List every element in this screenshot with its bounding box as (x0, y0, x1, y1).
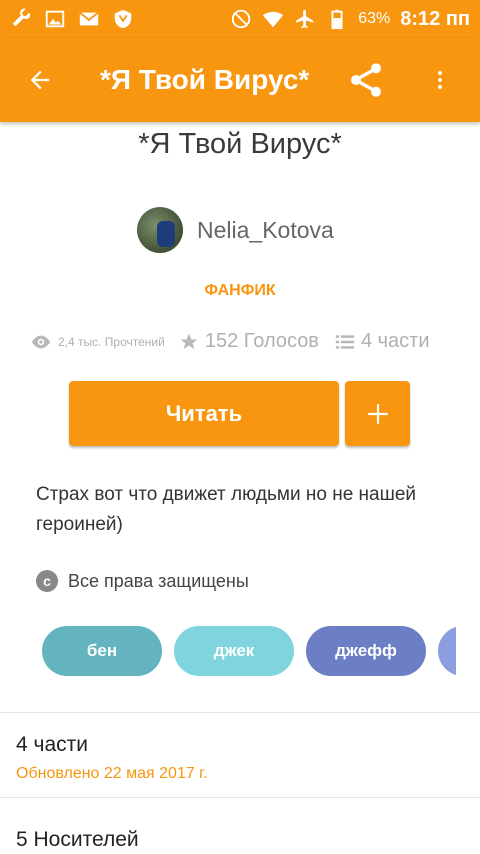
reads-count: 2,4 тыс. Прочтений (58, 334, 165, 349)
image-icon (44, 8, 66, 30)
app-bar: *Я Твой Вирус* (0, 38, 480, 122)
divider (0, 797, 480, 798)
story-title: *Я Твой Вирус* (138, 128, 342, 160)
divider (0, 712, 480, 713)
updated-date: Обновлено 22 мая 2017 г. (16, 765, 208, 782)
copyright-icon: c (36, 570, 58, 592)
avatar[interactable] (137, 207, 183, 253)
clock: 8:12 пп (400, 7, 470, 30)
carriers-section-title[interactable]: 5 Носителей (16, 828, 139, 852)
parts-count: 4 части (360, 330, 430, 352)
app-bar-title: *Я Твой Вирус* (100, 64, 310, 95)
parts-stat: 4 части (335, 330, 430, 353)
shield-icon (112, 8, 134, 30)
arrow-left-icon (30, 70, 50, 90)
eye-icon (31, 335, 51, 348)
airplane-icon (294, 8, 316, 30)
tag-chip[interactable] (438, 626, 456, 676)
battery-icon (326, 8, 348, 30)
tag-chip[interactable]: джек (174, 626, 294, 676)
share-button[interactable] (336, 38, 396, 122)
parts-section-title[interactable]: 4 части (16, 733, 88, 757)
author-link[interactable]: Nelia_Kotova (137, 207, 334, 253)
wifi-icon (262, 8, 284, 30)
star-icon (180, 333, 198, 349)
category-link[interactable]: ФАНФИК (0, 282, 480, 300)
copyright-text: Все права защищены (68, 570, 249, 591)
status-bar: 63% 8:12 пп (0, 0, 480, 38)
wrench-icon (10, 8, 32, 30)
back-button[interactable] (10, 38, 70, 122)
story-description: Страх вот что движет людьми но не нашей … (36, 484, 417, 535)
gmail-icon (78, 8, 100, 30)
share-icon (351, 63, 381, 97)
list-icon (335, 334, 355, 349)
read-button[interactable]: Читать (69, 381, 339, 446)
reads-stat: 2,4 тыс. Прочтений (30, 334, 165, 350)
plus-icon (367, 403, 388, 424)
add-to-library-button[interactable] (345, 381, 410, 446)
tag-list[interactable]: бен джек джефф (42, 626, 456, 676)
votes-count: 152 Голосов (204, 330, 319, 352)
tag-chip[interactable]: бен (42, 626, 162, 676)
votes-stat: 152 Голосов (179, 330, 319, 353)
story-stats: 2,4 тыс. Прочтений 152 Голосов 4 части (30, 330, 430, 353)
battery-percent: 63% (358, 10, 391, 27)
more-vertical-icon (438, 71, 442, 89)
tag-chip[interactable]: джефф (306, 626, 426, 676)
more-button[interactable] (420, 38, 460, 122)
author-name[interactable]: Nelia_Kotova (197, 217, 334, 244)
copyright-row: c Все права защищены (36, 570, 249, 592)
dnd-icon (230, 8, 252, 30)
